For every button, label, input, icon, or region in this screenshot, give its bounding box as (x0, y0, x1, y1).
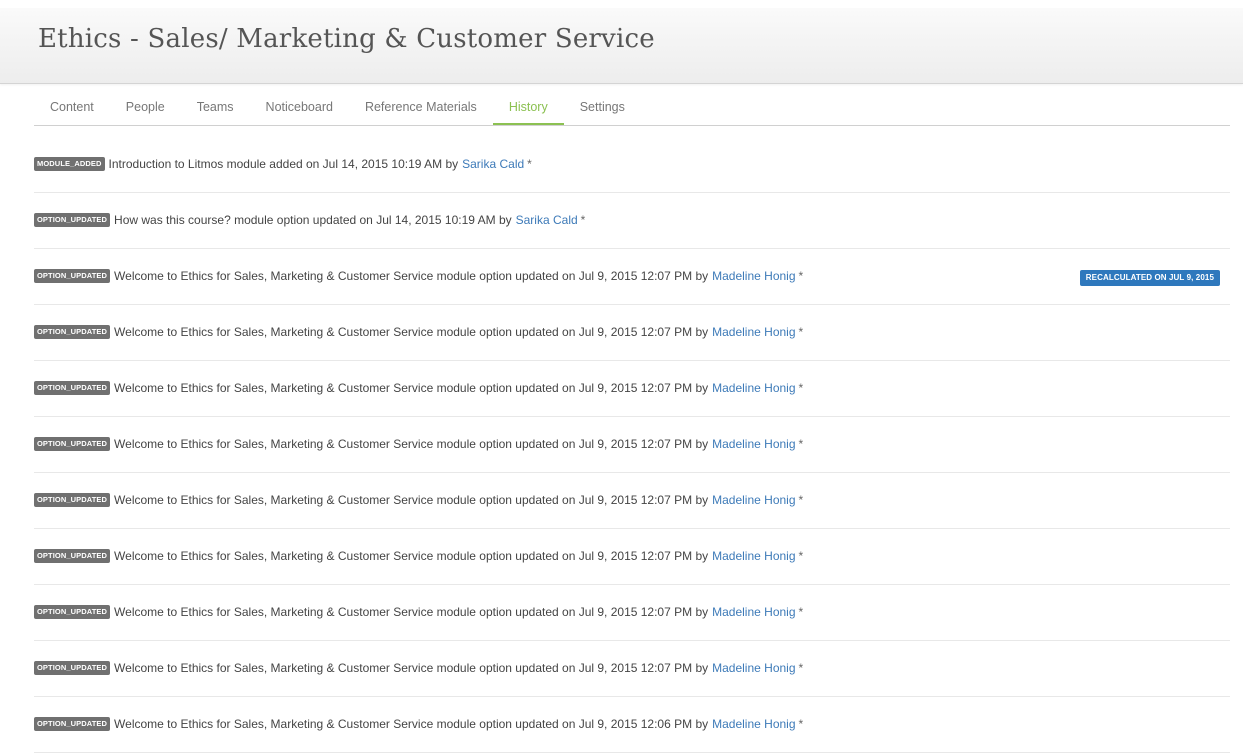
history-row: OPTION_UPDATED Welcome to Ethics for Sale… (34, 417, 1230, 473)
user-link[interactable]: Madeline Honig (712, 661, 795, 675)
history-message: Welcome to Ethics for Sales, Marketing &… (114, 660, 709, 675)
history-message: Welcome to Ethics for Sales, Marketing &… (114, 268, 709, 283)
user-link[interactable]: Madeline Honig (712, 437, 795, 451)
event-type-badge: OPTION_UPDATED (34, 548, 111, 563)
asterisk-marker: * (798, 436, 804, 451)
history-row: MODULE_ADDED Introduction to Litmos modul… (34, 137, 1230, 193)
history-message: Welcome to Ethics for Sales, Marketing &… (114, 716, 709, 731)
history-row: OPTION_UPDATED Welcome to Ethics for Sale… (34, 473, 1230, 529)
tab-bar: Content People Teams Noticeboard Reference M… (34, 100, 1230, 126)
asterisk-marker: * (798, 268, 804, 283)
event-type-badge: OPTION_UPDATED (34, 436, 111, 451)
event-type-badge: OPTION_UPDATED (34, 268, 111, 283)
history-row: OPTION_UPDATED Welcome to Ethics for Sale… (34, 585, 1230, 641)
user-link[interactable]: Madeline Honig (712, 381, 795, 395)
history-list: MODULE_ADDED Introduction to Litmos modul… (34, 137, 1230, 753)
tab-noticeboard[interactable]: Noticeboard (250, 100, 349, 124)
user-link[interactable]: Madeline Honig (712, 493, 795, 507)
asterisk-marker: * (798, 492, 804, 507)
user-link[interactable]: Madeline Honig (712, 549, 795, 563)
asterisk-marker: * (798, 324, 804, 339)
history-row: OPTION_UPDATED Welcome to Ethics for Sale… (34, 697, 1230, 753)
event-type-badge: OPTION_UPDATED (34, 212, 111, 227)
event-type-badge: OPTION_UPDATED (34, 660, 111, 675)
tab-history[interactable]: History (492, 100, 564, 125)
user-link[interactable]: Madeline Honig (712, 269, 795, 283)
page-title: Ethics - Sales/ Marketing & Customer Ser… (38, 24, 655, 54)
event-type-badge: OPTION_UPDATED (34, 716, 111, 731)
event-type-badge: OPTION_UPDATED (34, 324, 111, 339)
tab-settings[interactable]: Settings (564, 100, 641, 124)
recalculated-badge: RECALCULATED ON JUL 9, 2015 (1079, 270, 1220, 286)
history-row: OPTION_UPDATED Welcome to Ethics for Sale… (34, 529, 1230, 585)
tab-people[interactable]: People (110, 100, 181, 124)
history-message: Welcome to Ethics for Sales, Marketing &… (114, 380, 709, 395)
history-message: Welcome to Ethics for Sales, Marketing &… (114, 436, 709, 451)
user-link[interactable]: Madeline Honig (712, 325, 795, 339)
history-row: OPTION_UPDATED Welcome to Ethics for Sale… (34, 641, 1230, 697)
history-message: Welcome to Ethics for Sales, Marketing &… (114, 324, 709, 339)
tab-reference-materials[interactable]: Reference Materials (349, 100, 493, 124)
user-link[interactable]: Sarika Cald (462, 157, 524, 171)
history-row: OPTION_UPDATED Welcome to Ethics for Sale… (34, 305, 1230, 361)
asterisk-marker: * (798, 604, 804, 619)
course-header: Ethics - Sales/ Marketing & Customer Ser… (0, 0, 1243, 84)
asterisk-marker: * (798, 380, 804, 395)
asterisk-marker: * (798, 548, 804, 563)
tab-teams[interactable]: Teams (181, 100, 250, 124)
user-link[interactable]: Madeline Honig (712, 605, 795, 619)
asterisk-marker: * (798, 716, 804, 731)
asterisk-marker: * (527, 156, 532, 171)
history-row: OPTION_UPDATED Welcome to Ethics for Sale… (34, 249, 1230, 305)
event-type-badge: MODULE_ADDED (34, 156, 105, 171)
history-message: Welcome to Ethics for Sales, Marketing &… (114, 492, 709, 507)
asterisk-marker: * (798, 660, 804, 675)
history-message: How was this course? module option updat… (114, 212, 512, 227)
history-message: Introduction to Litmos module added on J… (108, 156, 459, 171)
event-type-badge: OPTION_UPDATED (34, 380, 111, 395)
tab-content[interactable]: Content (34, 100, 110, 124)
history-row: OPTION_UPDATED Welcome to Ethics for Sale… (34, 361, 1230, 417)
history-message: Welcome to Ethics for Sales, Marketing &… (114, 604, 709, 619)
history-row: OPTION_UPDATED How was this course? modul… (34, 193, 1230, 249)
event-type-badge: OPTION_UPDATED (34, 492, 111, 507)
asterisk-marker: * (580, 212, 586, 227)
event-type-badge: OPTION_UPDATED (34, 604, 111, 619)
user-link[interactable]: Sarika Cald (516, 213, 578, 227)
history-message: Welcome to Ethics for Sales, Marketing &… (114, 548, 709, 563)
user-link[interactable]: Madeline Honig (712, 717, 795, 731)
